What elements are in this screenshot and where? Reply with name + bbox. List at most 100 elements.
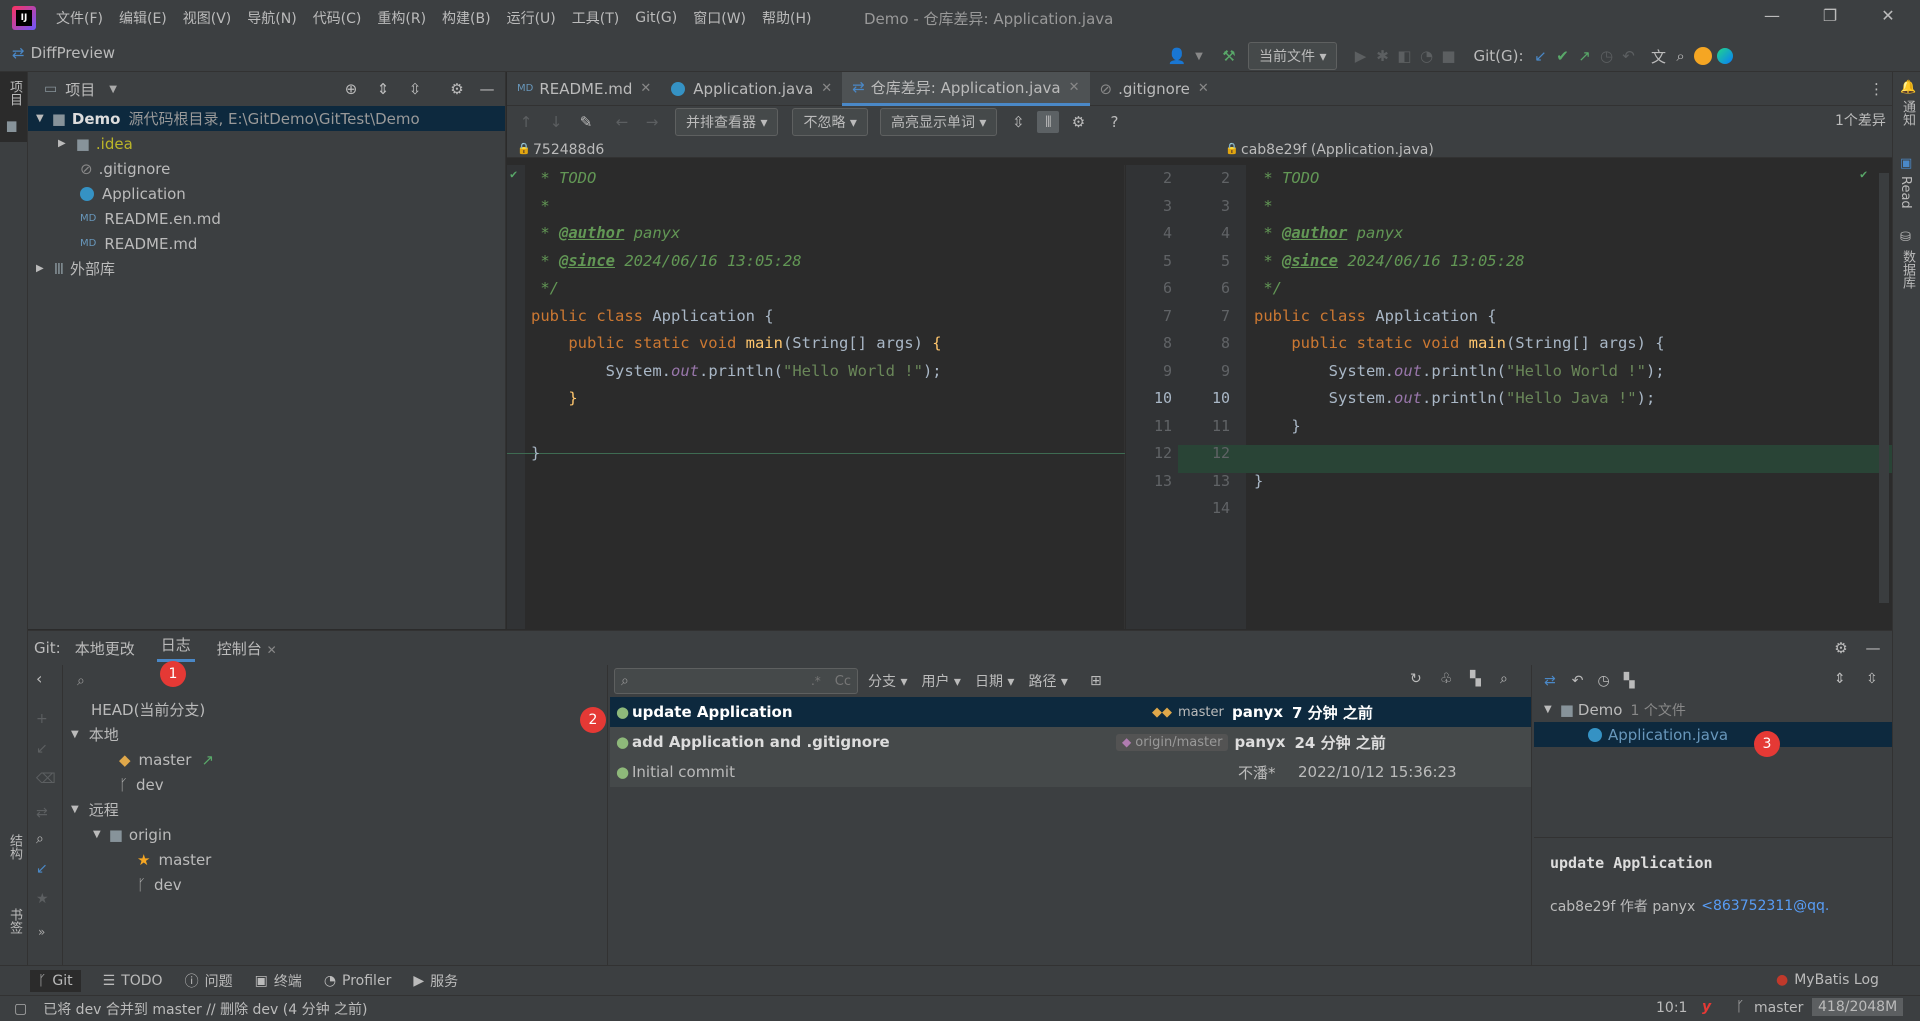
- expand-all-icon[interactable]: ⇕: [1834, 671, 1846, 687]
- git-commit-icon[interactable]: ✔: [1552, 45, 1574, 67]
- status-message[interactable]: 已将 dev 合并到 master // 删除 dev (4 分钟 之前): [43, 999, 367, 1019]
- help-icon[interactable]: ?: [1103, 111, 1125, 133]
- branch-head[interactable]: HEAD(当前分支): [63, 697, 607, 722]
- app-logo-icon[interactable]: IJ: [12, 6, 36, 30]
- highlight-dropdown[interactable]: 高亮显示单词 ▾: [879, 108, 998, 136]
- next-diff-icon[interactable]: ↓: [545, 111, 567, 133]
- plugin-y-icon[interactable]: y: [1702, 999, 1711, 1015]
- menu-code[interactable]: 代码(C): [313, 8, 362, 28]
- rollback-icon[interactable]: ↶: [1572, 673, 1584, 689]
- tree-item-external-libs[interactable]: ▶ Ⅲ 外部库: [28, 256, 505, 281]
- regex-toggle[interactable]: .*: [811, 674, 821, 688]
- gear-icon[interactable]: ⚙: [1830, 637, 1852, 659]
- caret-position[interactable]: 10:1: [1656, 1000, 1687, 1016]
- tool-services[interactable]: ▶ 服务: [413, 971, 458, 991]
- close-tab-icon[interactable]: ✕: [1069, 80, 1080, 95]
- tab-application[interactable]: Application.java ✕: [661, 72, 842, 106]
- menu-help[interactable]: 帮助(H): [762, 8, 811, 28]
- menu-view[interactable]: 视图(V): [183, 8, 232, 28]
- tool-mybatis-log[interactable]: ● MyBatis Log: [1776, 972, 1879, 988]
- git-history-icon[interactable]: ◷: [1596, 45, 1618, 67]
- structure-tool-label[interactable]: 结构: [5, 834, 24, 860]
- close-tab-icon[interactable]: ✕: [1198, 81, 1209, 96]
- chevron-down-icon[interactable]: ▼: [1188, 45, 1210, 67]
- match-case-toggle[interactable]: Cc: [835, 674, 851, 689]
- tree-item-readme[interactable]: MD README.md: [28, 231, 505, 256]
- user-icon[interactable]: 👤: [1166, 45, 1188, 67]
- chevron-down-icon[interactable]: ▼: [109, 84, 117, 95]
- tree-item-readme-en[interactable]: MD README.en.md: [28, 206, 505, 231]
- tab-local-changes[interactable]: 本地更改: [75, 638, 135, 659]
- notifications-tool-label[interactable]: 通知: [1898, 100, 1917, 126]
- chevron-down-icon[interactable]: ▼: [71, 729, 79, 740]
- run-config-dropdown[interactable]: 当前文件 ▾: [1248, 42, 1338, 70]
- breadcrumb[interactable]: ⇄ DiffPreview: [12, 44, 115, 62]
- project-panel-title[interactable]: 项目: [65, 79, 95, 100]
- tab-console[interactable]: 控制台 ✕: [217, 638, 277, 659]
- chevron-down-icon[interactable]: ▼: [1544, 704, 1552, 715]
- tree-item-application[interactable]: Application: [28, 181, 505, 206]
- expand-all-icon[interactable]: ⇕: [372, 78, 394, 100]
- tool-terminal[interactable]: ▣ 终端: [255, 971, 302, 991]
- read-icon[interactable]: ▣: [1900, 156, 1912, 171]
- close-tab-icon[interactable]: ✕: [640, 81, 651, 96]
- delete-icon[interactable]: ⌫: [36, 771, 56, 787]
- tree-item-idea[interactable]: ▶ ■ .idea: [28, 131, 505, 156]
- changed-file[interactable]: Application.java: [1534, 722, 1892, 747]
- search-icon[interactable]: ⌕: [36, 831, 44, 847]
- forward-icon[interactable]: →: [641, 111, 663, 133]
- diff-left-pane[interactable]: ✔ * TODO * * @author panyx * @since 2024…: [507, 165, 1125, 629]
- tab-readme[interactable]: MD README.md ✕: [507, 72, 661, 106]
- filter-path[interactable]: 路径 ▾: [1028, 671, 1067, 691]
- cherry-pick-icon[interactable]: ♧: [1440, 671, 1453, 687]
- locate-icon[interactable]: ⊕: [340, 78, 362, 100]
- tool-todo[interactable]: ☰ TODO: [103, 973, 163, 989]
- toolbox-icon[interactable]: [1714, 45, 1736, 67]
- edit-icon[interactable]: ✎: [575, 111, 597, 133]
- close-tab-icon[interactable]: ✕: [267, 643, 277, 657]
- commit-row[interactable]: ● add Application and .gitignore ◆ origi…: [610, 727, 1531, 757]
- tool-problems[interactable]: ⓘ 问题: [185, 971, 233, 991]
- back-icon[interactable]: ‹: [36, 669, 42, 688]
- chevron-right-icon[interactable]: ▶: [58, 138, 66, 149]
- branch-group-remote[interactable]: ▼ 远程: [63, 797, 607, 822]
- git-update-icon[interactable]: ↙: [1530, 45, 1552, 67]
- menu-run[interactable]: 运行(U): [507, 8, 556, 28]
- new-tab-icon[interactable]: ⊞: [1090, 673, 1102, 689]
- gear-icon[interactable]: ⚙: [1067, 111, 1089, 133]
- git-push-icon[interactable]: ↗: [1574, 45, 1596, 67]
- filter-branch[interactable]: 分支 ▾: [868, 671, 907, 691]
- refresh-icon[interactable]: ↻: [1410, 671, 1422, 687]
- log-search-input[interactable]: ⌕ .* Cc: [614, 668, 858, 694]
- star-icon[interactable]: ★: [36, 891, 49, 907]
- tab-log[interactable]: 日志: [156, 634, 195, 662]
- sync-scroll-icon[interactable]: ⫴: [1037, 111, 1060, 133]
- bell-icon[interactable]: 🔔: [1900, 80, 1916, 95]
- git-rollback-icon[interactable]: ↶: [1618, 45, 1640, 67]
- checkout-icon[interactable]: ↙: [36, 741, 48, 757]
- search-icon[interactable]: ⌕: [1500, 671, 1508, 687]
- branch-remote-dev[interactable]: ᚴ dev: [63, 872, 607, 897]
- branch-local-master[interactable]: ◆ master ↗: [63, 747, 607, 772]
- menu-refactor[interactable]: 重构(R): [377, 8, 426, 28]
- tree-item-gitignore[interactable]: ⊘ .gitignore: [28, 156, 505, 181]
- layout-icon[interactable]: ▢: [14, 1001, 27, 1017]
- branch-remote-master[interactable]: ★ master: [63, 847, 607, 872]
- menu-git[interactable]: Git(G): [635, 10, 677, 26]
- commit-row[interactable]: ● update Application ◆◆ master panyx 7 分…: [610, 697, 1531, 727]
- prev-diff-icon[interactable]: ↑: [515, 111, 537, 133]
- history-icon[interactable]: ◷: [1597, 673, 1609, 689]
- build-hammer-icon[interactable]: ⚒: [1218, 45, 1240, 67]
- tool-profiler[interactable]: ◔ Profiler: [324, 973, 392, 989]
- collapse-all-icon[interactable]: ⇳: [404, 78, 426, 100]
- menu-build[interactable]: 构建(B): [442, 8, 491, 28]
- search-icon[interactable]: ⌕: [1670, 45, 1692, 67]
- branch-remote-origin[interactable]: ▼ ■ origin: [63, 822, 607, 847]
- filter-date[interactable]: 日期 ▾: [975, 671, 1014, 691]
- graph-options-icon[interactable]: ▚: [1470, 671, 1481, 687]
- database-icon[interactable]: ⛁: [1900, 230, 1911, 245]
- collapse-unchanged-icon[interactable]: ⇳: [1007, 111, 1029, 133]
- tab-diff[interactable]: ⇄ 仓库差异: Application.java ✕: [842, 71, 1090, 106]
- add-icon[interactable]: +: [36, 711, 48, 727]
- close-icon[interactable]: ✕: [1876, 6, 1900, 30]
